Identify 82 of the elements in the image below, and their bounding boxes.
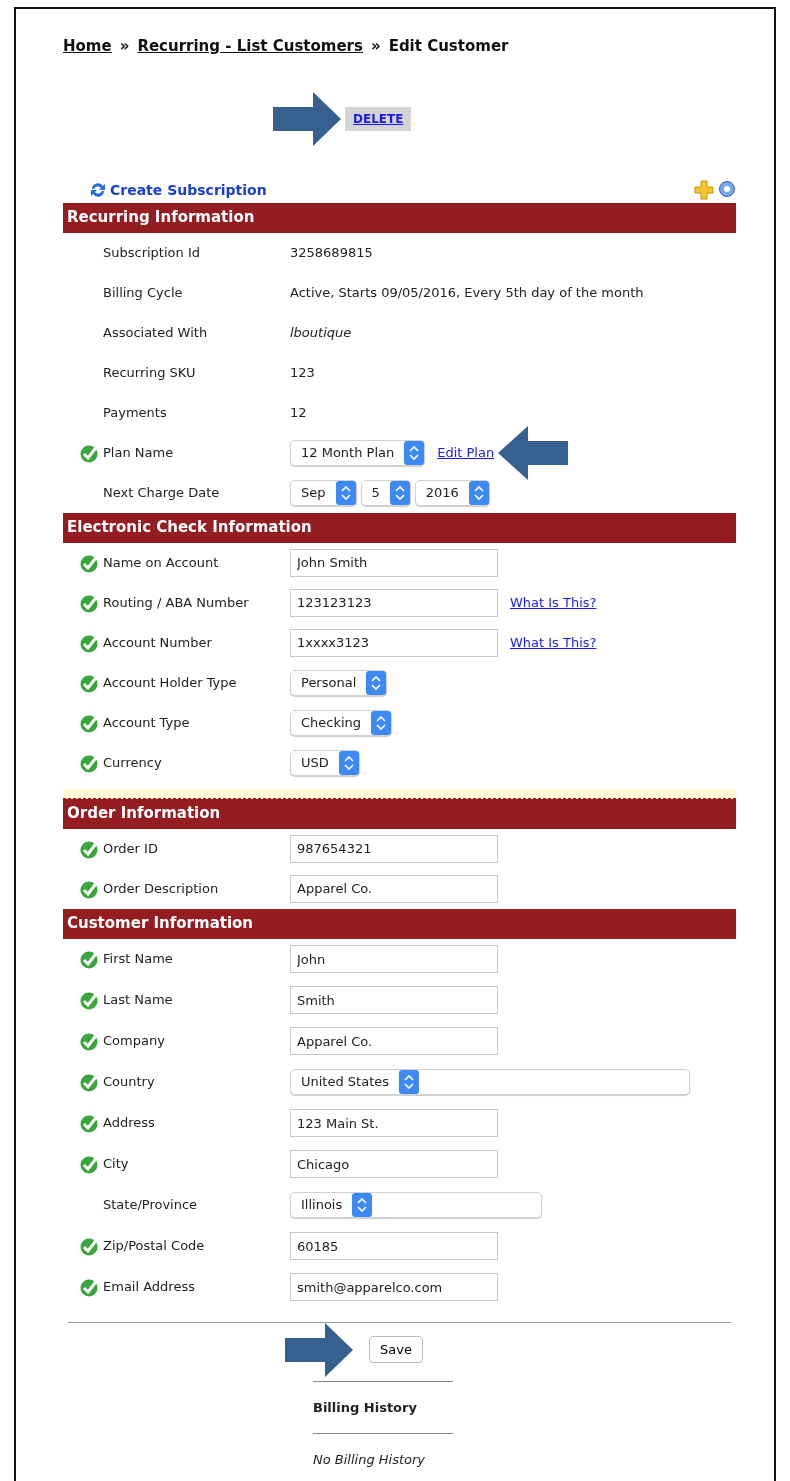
input-field[interactable]: 60185 [290, 1232, 498, 1260]
stepper-icon [404, 440, 425, 465]
breadcrumb-current: Edit Customer [388, 36, 509, 57]
field-label: Plan Name [102, 443, 175, 462]
field-label: Address [102, 1114, 156, 1133]
input-field[interactable]: 123 Main St. [290, 1109, 498, 1137]
help-link[interactable]: Edit Plan [437, 442, 495, 463]
arrow-icon [285, 1322, 353, 1377]
select-field[interactable]: USD [290, 749, 360, 776]
field-label: State/Province [102, 1196, 199, 1215]
field-value: 123 [290, 363, 315, 382]
stepper-icon [468, 480, 489, 505]
input-field[interactable]: 987654321 [290, 834, 498, 863]
field-label: Email Address [102, 1278, 196, 1297]
arrow-icon [498, 425, 569, 480]
input-field[interactable]: John Smith [290, 548, 498, 577]
select-field[interactable]: Illinois [290, 1192, 542, 1218]
stepper-icon [399, 1070, 420, 1094]
field-label: Last Name [102, 991, 174, 1010]
stepper-icon [371, 710, 392, 735]
field-label: Payments [102, 403, 168, 422]
section-header: Customer Information [63, 908, 736, 939]
field-label: Account Holder Type [102, 673, 238, 692]
input-field[interactable]: smith@apparelco.com [290, 1273, 498, 1301]
select-field[interactable]: 2016 [414, 479, 490, 506]
input-field[interactable]: 1xxxx3123 [290, 628, 498, 657]
field-label: Account Number [102, 633, 213, 652]
stepper-icon [366, 670, 387, 695]
select-field[interactable]: 12 Month Plan [290, 439, 426, 466]
select-field[interactable]: Personal [290, 669, 388, 696]
stepper-icon [335, 480, 356, 505]
section-header: Recurring Information [63, 202, 736, 233]
field-label: Currency [102, 753, 163, 772]
field-label: City [102, 1155, 130, 1174]
breadcrumb-link[interactable]: Home [63, 35, 112, 58]
field-value: lboutique [290, 323, 352, 342]
field-label: Recurring SKU [102, 363, 197, 382]
input-field[interactable]: John [290, 945, 498, 973]
create-subscription-link[interactable]: Create Subscription [110, 179, 267, 201]
section-title: Billing History [313, 1398, 418, 1417]
select-field[interactable]: 5 [360, 479, 411, 506]
help-link[interactable]: What Is This? [510, 592, 597, 613]
select-field[interactable]: Sep [290, 479, 357, 506]
field-value: 12 [290, 403, 307, 422]
section-header: Electronic Check Information [63, 512, 736, 543]
help-link[interactable]: What Is This? [510, 632, 597, 653]
select-field[interactable]: Checking [290, 709, 393, 736]
input-field[interactable]: Chicago [290, 1150, 498, 1178]
field-label: First Name [102, 950, 174, 969]
stepper-icon [352, 1193, 373, 1217]
delete-button[interactable]: DELETE [345, 106, 412, 131]
field-label: Account Type [102, 713, 191, 732]
empty-message: No Billing History [313, 1451, 427, 1469]
input-field[interactable]: Apparel Co. [290, 1027, 498, 1055]
field-value: 3258689815 [290, 243, 373, 262]
field-label: Name on Account [102, 553, 220, 572]
input-field[interactable]: 123123123 [290, 588, 498, 617]
refresh-icon [90, 181, 106, 199]
save-button[interactable]: Save [369, 1335, 423, 1364]
breadcrumb-separator: » [370, 36, 381, 57]
section-header: Order Information [63, 798, 736, 829]
field-label: Subscription Id [102, 243, 201, 262]
field-label: Zip/Postal Code [102, 1237, 206, 1256]
input-field[interactable]: Smith [290, 986, 498, 1014]
field-label: Company [102, 1032, 166, 1051]
add-icon [694, 180, 714, 200]
breadcrumb-separator: » [119, 36, 130, 57]
gear-icon [718, 180, 736, 198]
field-label: Next Charge Date [102, 483, 221, 502]
field-label: Order Description [102, 879, 220, 898]
field-label: Routing / ABA Number [102, 593, 250, 612]
input-field[interactable]: Apparel Co. [290, 874, 498, 903]
select-field[interactable]: United States [290, 1069, 690, 1095]
field-label: Order ID [102, 839, 159, 858]
stepper-icon [389, 480, 410, 505]
arrow-icon [273, 91, 341, 146]
field-label: Associated With [102, 323, 209, 342]
field-label: Billing Cycle [102, 283, 184, 302]
breadcrumb-link[interactable]: Recurring - List Customers [137, 35, 363, 58]
field-label: Country [102, 1073, 156, 1092]
field-value: Active, Starts 09/05/2016, Every 5th day of the month [290, 283, 644, 302]
stepper-icon [338, 750, 359, 775]
